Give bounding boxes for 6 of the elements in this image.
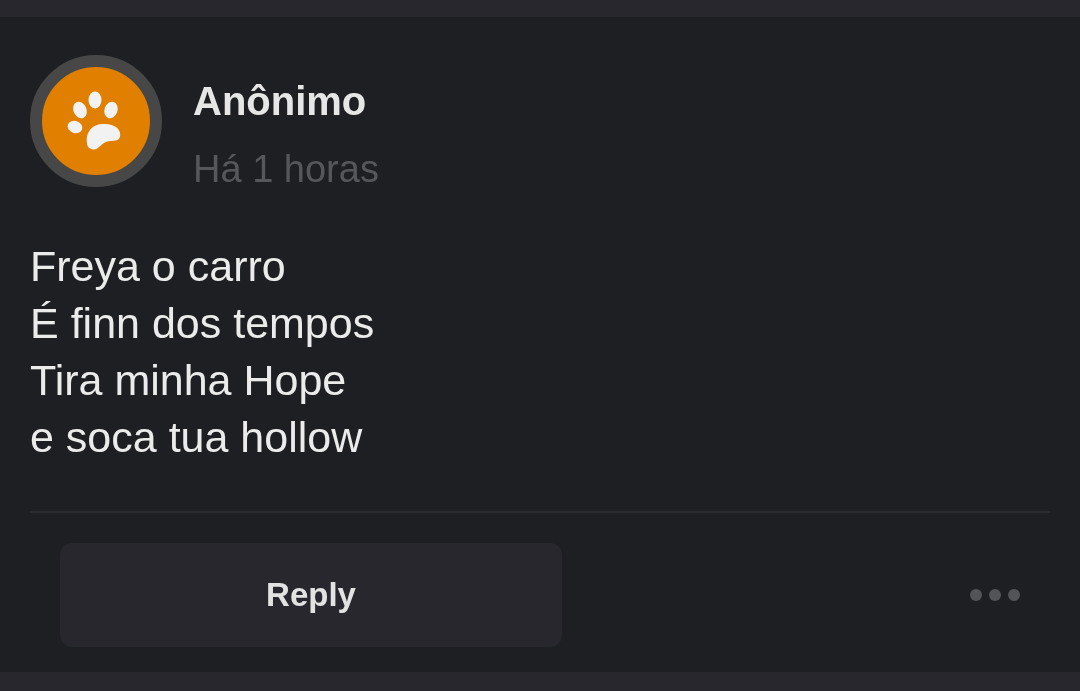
comment-text: Freya o carro É finn dos tempos Tira minha Hope e soca tua hollow [30,241,376,463]
author-name: Anônimo [193,78,368,125]
reply-button[interactable]: Reply [60,543,562,647]
post-time: Há 1 horas [193,147,379,192]
more-options-icon[interactable] [970,589,1020,601]
paw-avatar-icon [30,55,162,187]
